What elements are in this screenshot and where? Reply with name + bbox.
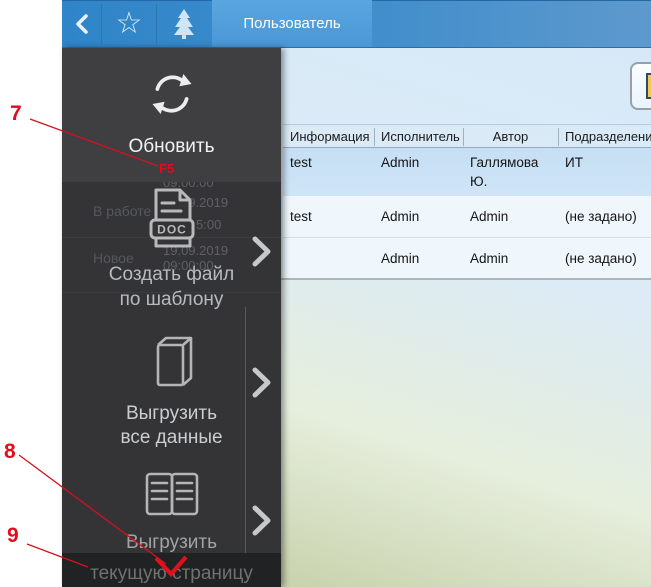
column-header-author[interactable]: Автор bbox=[463, 129, 558, 144]
doc-file-icon: DOC bbox=[143, 186, 201, 250]
table-row[interactable]: test Admin Admin (не задано) bbox=[283, 196, 651, 237]
cell-author: Admin bbox=[463, 238, 558, 278]
cell-author: Admin bbox=[463, 196, 558, 237]
open-book-icon bbox=[140, 470, 204, 520]
cell-info bbox=[283, 238, 374, 278]
table-bottom-border bbox=[281, 278, 651, 280]
cell-info: test bbox=[283, 148, 374, 196]
favorites-button[interactable]: ☆ bbox=[104, 0, 154, 47]
column-header-department[interactable]: Подразделение bbox=[558, 129, 651, 144]
chevron-right-icon[interactable] bbox=[251, 367, 273, 398]
chevron-right-icon[interactable] bbox=[251, 236, 273, 267]
table-row-selected[interactable]: test Admin Галлямова Ю. ИТ bbox=[283, 148, 651, 196]
star-icon: ☆ bbox=[116, 9, 143, 39]
topbar-divider bbox=[101, 4, 102, 44]
refresh-icon bbox=[146, 68, 198, 120]
tree-button[interactable] bbox=[159, 0, 209, 47]
sidebar-vertical-divider bbox=[245, 307, 246, 553]
menu-item-refresh-label: Обновить bbox=[62, 136, 281, 158]
annotation-number-8: 8 bbox=[4, 441, 16, 462]
annotation-number-9: 9 bbox=[7, 525, 19, 546]
table-row[interactable]: Admin Admin (не задано) bbox=[283, 237, 651, 278]
cell-executor: Admin bbox=[374, 148, 463, 196]
cell-department: (не задано) bbox=[558, 238, 651, 278]
menu-item-export-page-label-2: текущую страницу bbox=[62, 563, 281, 585]
tab-user-label: Пользователь bbox=[243, 15, 340, 32]
tree-icon bbox=[171, 8, 197, 40]
cell-department: (не задано) bbox=[558, 196, 651, 237]
cell-info: test bbox=[283, 196, 374, 237]
back-icon bbox=[73, 13, 93, 35]
annotation-shortcut-f5: F5 bbox=[159, 161, 174, 176]
cell-executor: Admin bbox=[374, 238, 463, 278]
cell-author: Галлямова Ю. bbox=[463, 148, 558, 196]
header-divider bbox=[558, 128, 559, 146]
menu-item-export-all-label-2: все данные bbox=[62, 427, 281, 449]
topbar-divider bbox=[156, 4, 157, 44]
book-icon bbox=[143, 330, 199, 390]
form-icon bbox=[646, 73, 651, 99]
table-header-row: Информация Исполнитель Автор Подразделен… bbox=[283, 124, 651, 148]
data-table: Информация Исполнитель Автор Подразделен… bbox=[283, 124, 651, 278]
chevron-right-icon[interactable] bbox=[251, 505, 273, 536]
app-window: Информация Исполнитель Автор Подразделен… bbox=[0, 0, 651, 587]
cell-executor: Admin bbox=[374, 196, 463, 237]
menu-item-create-file-label-1: Создать файл bbox=[62, 264, 281, 286]
column-header-executor[interactable]: Исполнитель bbox=[374, 129, 463, 144]
menu-item-export-page-label-1: Выгрузить bbox=[62, 532, 281, 554]
cell-department: ИТ bbox=[558, 148, 651, 196]
back-button[interactable] bbox=[66, 0, 100, 47]
tab-user[interactable]: Пользователь bbox=[212, 0, 372, 47]
column-header-info[interactable]: Информация bbox=[283, 129, 374, 144]
annotation-number-7: 7 bbox=[10, 103, 22, 124]
header-divider bbox=[463, 128, 464, 146]
menu-item-export-all-label-1: Выгрузить bbox=[62, 403, 281, 425]
doc-badge-text: DOC bbox=[157, 223, 187, 237]
header-divider bbox=[374, 128, 375, 146]
